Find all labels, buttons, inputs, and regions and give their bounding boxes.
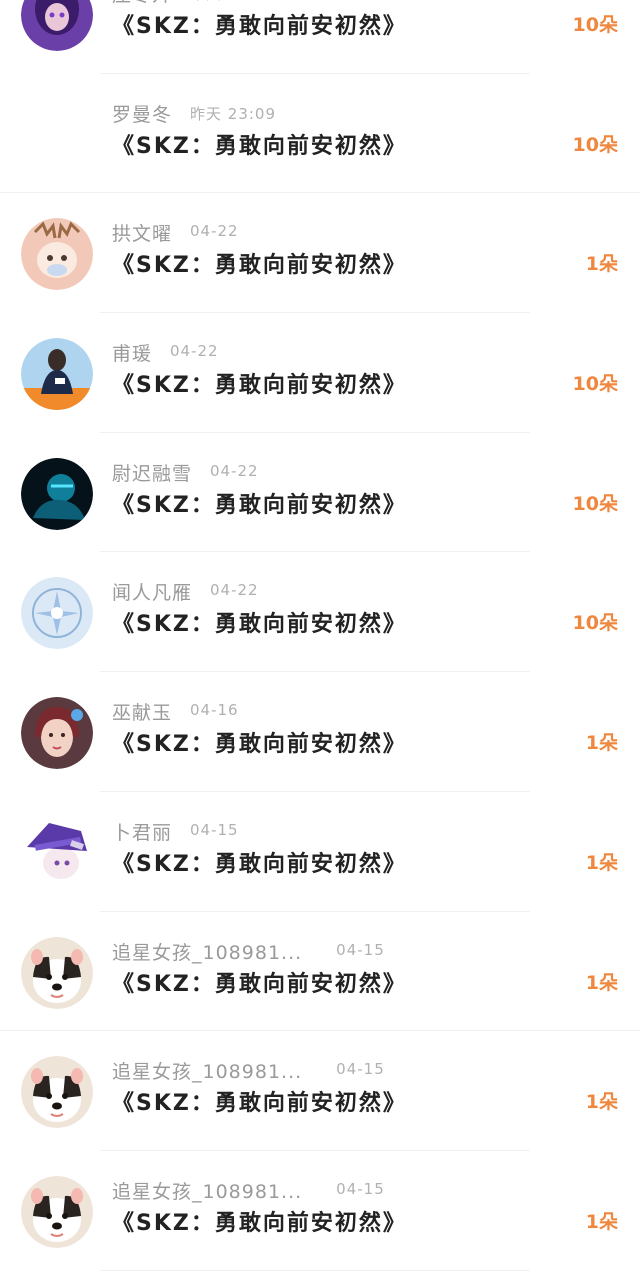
book-title: 《SKZ：勇敢向前安初然》 bbox=[112, 851, 407, 877]
user-name: 追星女孩_108981... bbox=[112, 1061, 303, 1084]
list-item[interactable]: 卜君丽 04-15 《SKZ：勇敢向前安初然》 1朵 bbox=[0, 792, 640, 912]
gift-record-list: 庄冬卉 今天 13:01 《SKZ：勇敢向前安初然》 10朵 罗曼冬 昨天 23… bbox=[0, 0, 640, 1271]
list-item[interactable]: 追星女孩_108981... 04-15 《SKZ：勇敢向前安初然》 1朵 bbox=[0, 1031, 640, 1151]
list-item[interactable]: 甫瑗 04-22 《SKZ：勇敢向前安初然》 10朵 bbox=[0, 313, 640, 433]
avatar-girl-portrait[interactable] bbox=[21, 697, 93, 770]
item-meta: 尉迟融雪 04-22 bbox=[112, 459, 512, 487]
list-item[interactable]: 闻人凡雁 04-22 《SKZ：勇敢向前安初然》 10朵 bbox=[0, 552, 640, 673]
list-item[interactable]: 巫献玉 04-16 《SKZ：勇敢向前安初然》 1朵 bbox=[0, 672, 640, 792]
book-title: 《SKZ：勇敢向前安初然》 bbox=[112, 1091, 407, 1117]
avatar-boy-orange[interactable] bbox=[21, 338, 93, 411]
item-meta: 拱文曜 04-22 bbox=[112, 219, 512, 247]
book-title: 《SKZ：勇敢向前安初然》 bbox=[112, 14, 407, 39]
item-meta: 追星女孩_108981... 04-15 bbox=[112, 1057, 512, 1085]
list-item[interactable]: 追星女孩_108981... 04-15 《SKZ：勇敢向前安初然》 1朵 bbox=[0, 1151, 640, 1271]
list-item[interactable]: 追星女孩_108981... 04-15 《SKZ：勇敢向前安初然》 1朵 bbox=[0, 912, 640, 1032]
item-meta: 卜君丽 04-15 bbox=[112, 818, 512, 846]
user-name: 甫瑗 bbox=[112, 343, 153, 366]
divider bbox=[100, 1269, 530, 1271]
timestamp: 04-16 bbox=[190, 701, 239, 720]
avatar-light-blue[interactable] bbox=[21, 577, 93, 650]
flower-count: 1朵 bbox=[585, 971, 618, 994]
flower-count: 10朵 bbox=[572, 133, 618, 156]
timestamp: 04-22 bbox=[190, 222, 239, 241]
flower-count: 1朵 bbox=[585, 253, 618, 276]
item-meta: 追星女孩_108981... 04-15 bbox=[112, 938, 512, 966]
item-meta: 罗曼冬 昨天 23:09 bbox=[112, 100, 512, 128]
book-title: 《SKZ：勇敢向前安初然》 bbox=[112, 612, 407, 638]
list-item[interactable]: 拱文曜 04-22 《SKZ：勇敢向前安初然》 1朵 bbox=[0, 193, 640, 314]
item-meta: 甫瑗 04-22 bbox=[112, 339, 512, 367]
book-title: 《SKZ：勇敢向前安初然》 bbox=[112, 732, 407, 758]
book-title: 《SKZ：勇敢向前安初然》 bbox=[112, 253, 407, 279]
timestamp: 昨天 23:09 bbox=[190, 104, 277, 123]
avatar-pink-deer[interactable] bbox=[21, 218, 93, 291]
book-title: 《SKZ：勇敢向前安初然》 bbox=[112, 971, 407, 997]
timestamp: 04-22 bbox=[210, 581, 259, 600]
timestamp: 04-15 bbox=[336, 1060, 385, 1079]
flower-count: 1朵 bbox=[585, 851, 618, 874]
item-meta: 追星女孩_108981... 04-15 bbox=[112, 1177, 512, 1205]
user-name: 庄冬卉 bbox=[112, 0, 172, 7]
user-name: 拱文曜 bbox=[112, 223, 173, 246]
timestamp: 04-15 bbox=[336, 940, 385, 959]
book-title: 《SKZ：勇敢向前安初然》 bbox=[112, 492, 407, 518]
user-name: 追星女孩_108981... bbox=[112, 1180, 303, 1203]
user-name: 尉迟融雪 bbox=[112, 462, 193, 485]
avatar-purple-girl[interactable] bbox=[21, 0, 93, 51]
list-item[interactable]: 庄冬卉 今天 13:01 《SKZ：勇敢向前安初然》 10朵 bbox=[0, 0, 640, 74]
avatar-dog[interactable] bbox=[21, 936, 93, 1009]
avatar-dark-neon[interactable] bbox=[21, 457, 93, 530]
book-title: 《SKZ：勇敢向前安初然》 bbox=[112, 373, 407, 399]
list-item[interactable]: 尉迟融雪 04-22 《SKZ：勇敢向前安初然》 10朵 bbox=[0, 433, 640, 553]
timestamp: 04-15 bbox=[190, 820, 239, 839]
flower-count: 10朵 bbox=[572, 612, 618, 635]
flower-count: 1朵 bbox=[585, 732, 618, 755]
book-title: 《SKZ：勇敢向前安初然》 bbox=[112, 133, 407, 159]
user-name: 卜君丽 bbox=[112, 821, 173, 844]
flower-count: 10朵 bbox=[572, 373, 618, 396]
item-meta: 闻人凡雁 04-22 bbox=[112, 578, 512, 606]
item-meta: 庄冬卉 今天 13:01 bbox=[112, 0, 512, 8]
item-meta: 巫献玉 04-16 bbox=[112, 698, 512, 726]
book-title: 《SKZ：勇敢向前安初然》 bbox=[112, 1210, 407, 1236]
avatar-purple-hat[interactable] bbox=[21, 816, 93, 889]
flower-count: 10朵 bbox=[572, 14, 618, 36]
timestamp: 04-22 bbox=[210, 461, 259, 480]
flower-count: 10朵 bbox=[572, 492, 618, 515]
list-item[interactable]: 罗曼冬 昨天 23:09 《SKZ：勇敢向前安初然》 10朵 bbox=[0, 74, 640, 194]
flower-count: 1朵 bbox=[585, 1091, 618, 1114]
user-name: 罗曼冬 bbox=[112, 103, 173, 126]
avatar-dog[interactable] bbox=[21, 1056, 93, 1129]
timestamp: 04-22 bbox=[170, 342, 219, 361]
timestamp: 今天 13:01 bbox=[190, 0, 276, 4]
flower-count: 1朵 bbox=[585, 1210, 618, 1233]
user-name: 闻人凡雁 bbox=[112, 582, 193, 605]
user-name: 巫献玉 bbox=[112, 702, 173, 725]
user-name: 追星女孩_108981... bbox=[112, 941, 303, 964]
timestamp: 04-15 bbox=[336, 1179, 385, 1198]
avatar-dog[interactable] bbox=[21, 1175, 93, 1248]
